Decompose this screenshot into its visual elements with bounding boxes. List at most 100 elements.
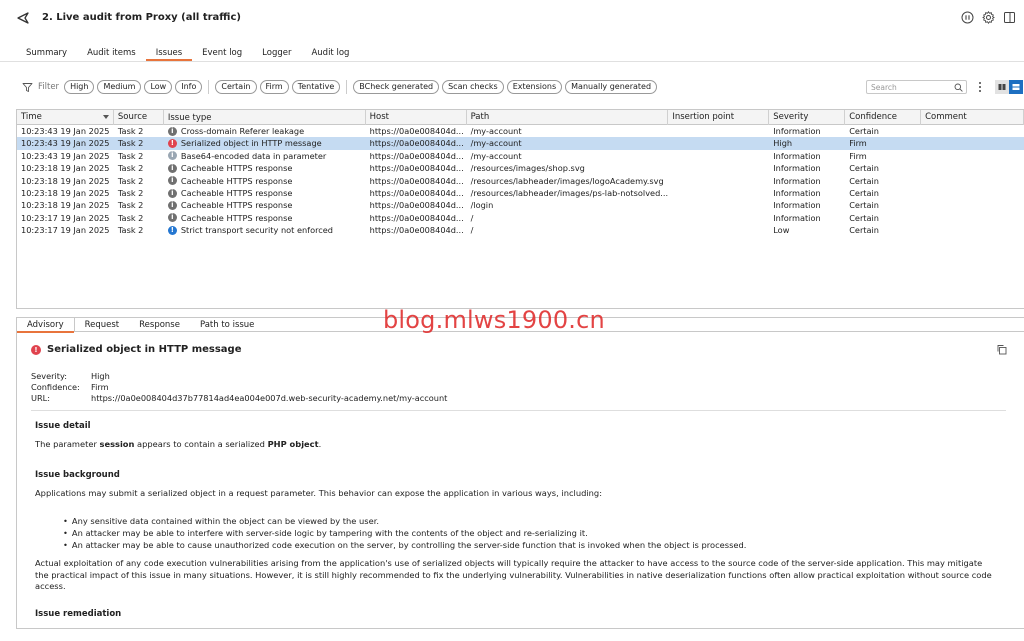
- filter-chip-certain[interactable]: Certain: [215, 80, 257, 94]
- cell-insertion-point: [668, 150, 769, 162]
- column-header-severity[interactable]: Severity: [769, 110, 846, 125]
- issue-detail-text: The parameter session appears to contain…: [35, 439, 995, 451]
- tab-issues[interactable]: Issues: [145, 45, 193, 61]
- issue-remediation-heading: Issue remediation: [35, 609, 122, 619]
- cell-issue-type: i Cacheable HTTPS response: [164, 175, 366, 187]
- tab-advisory[interactable]: Advisory: [16, 318, 75, 333]
- cell-issue-type: i Cross-domain Referer leakage: [164, 125, 366, 137]
- column-header-confidence[interactable]: Confidence: [845, 110, 922, 125]
- stacked-view-button[interactable]: [1009, 80, 1023, 94]
- cell-path: /login: [470, 200, 494, 211]
- tab-path-to-issue[interactable]: Path to issue: [190, 318, 264, 332]
- filter-bar: Filter High Medium Low Info Certain Firm…: [22, 79, 658, 95]
- cell-source: Task 2: [117, 150, 144, 161]
- filter-chip-manually-generated[interactable]: Manually generated: [565, 80, 658, 94]
- column-header-comment[interactable]: Comment: [921, 110, 1024, 125]
- tab-event-log[interactable]: Event log: [192, 45, 252, 61]
- cell-host: https://0a0e008404d...: [369, 225, 464, 236]
- filter-label[interactable]: Filter: [38, 82, 59, 92]
- table-row[interactable]: 10:23:17 19 Jan 2025 Task 2 i Cacheable HTT…: [17, 212, 1024, 224]
- info-icon: i: [167, 163, 177, 173]
- table-row[interactable]: 10:23:18 19 Jan 2025 Task 2 i Cacheable HTT…: [17, 199, 1024, 211]
- table-row[interactable]: 10:23:17 19 Jan 2025 Task 2! Strict transp…: [17, 224, 1024, 236]
- table-row[interactable]: 10:23:43 19 Jan 2025 Task 2 i Base64-encode…: [17, 150, 1024, 162]
- tab-logger[interactable]: Logger: [252, 45, 301, 61]
- filter-chip-firm[interactable]: Firm: [259, 80, 289, 94]
- cell-severity: Information: [773, 126, 821, 136]
- cell-issue-type: i Base64-encoded data in parameter: [164, 150, 366, 162]
- high-severity-icon: !: [31, 344, 41, 355]
- issue-background-heading: Issue background: [35, 470, 120, 480]
- meta-severity: Severity: High: [31, 371, 447, 382]
- table-row[interactable]: 10:23:43 19 Jan 2025 Task 2 i Cross-domain …: [17, 125, 1024, 137]
- cell-insertion-point: [668, 187, 769, 199]
- copy-icon[interactable]: [996, 344, 1007, 355]
- filter-chip-bcheck-generated[interactable]: BCheck generated: [353, 80, 440, 94]
- cell-host: https://0a0e008404d...: [369, 200, 464, 211]
- cell-insertion-point: [668, 224, 769, 236]
- filter-chip-low[interactable]: Low: [144, 80, 173, 94]
- cell-host: https://0a0e008404d...: [369, 163, 464, 174]
- column-header-time[interactable]: Time: [17, 110, 114, 125]
- filter-chip-medium[interactable]: Medium: [97, 80, 142, 94]
- text-fragment: appears to contain a serialized: [134, 439, 268, 449]
- cell-issue-type: i Cacheable HTTPS response: [164, 187, 366, 199]
- column-header-insertion-point[interactable]: Insertion point: [668, 110, 770, 125]
- dock-panel-icon[interactable]: [1003, 11, 1016, 24]
- text-fragment: The parameter: [35, 439, 100, 449]
- filter-chip-scan-checks[interactable]: Scan checks: [442, 80, 504, 94]
- column-header-issue-type[interactable]: Issue type: [164, 110, 366, 125]
- tab-summary[interactable]: Summary: [16, 45, 77, 61]
- info-icon: i: [167, 188, 177, 198]
- cell-host: https://0a0e008404d...: [369, 150, 464, 161]
- table-row[interactable]: 10:23:43 19 Jan 2025 Task 2! Serialized ob…: [17, 137, 1024, 150]
- issues-table: Time Source Issue type Host Path Inserti…: [16, 109, 1024, 309]
- cell-confidence: Certain: [849, 187, 879, 198]
- advisory-panel: ! Serialized object in HTTP message Seve…: [16, 332, 1024, 628]
- column-header-host[interactable]: Host: [366, 110, 467, 125]
- filter-chip-info[interactable]: Info: [175, 80, 203, 94]
- tab-audit-items[interactable]: Audit items: [77, 45, 146, 61]
- search-input[interactable]: [867, 81, 951, 93]
- list-item: Any sensitive data contained within the …: [63, 515, 983, 527]
- cell-severity: Information: [773, 187, 821, 198]
- tab-response[interactable]: Response: [129, 318, 190, 332]
- search-box: [866, 80, 967, 94]
- tab-audit-log[interactable]: Audit log: [301, 45, 359, 61]
- issue-type-label: Serialized object in HTTP message: [180, 138, 322, 149]
- info-icon: i: [167, 151, 177, 161]
- cell-confidence: Certain: [849, 175, 879, 186]
- pause-icon[interactable]: [961, 11, 974, 24]
- table-row[interactable]: 10:23:18 19 Jan 2025 Task 2 i Cacheable HTT…: [17, 162, 1024, 174]
- column-header-source[interactable]: Source: [114, 110, 164, 125]
- cell-severity: Low: [773, 225, 790, 236]
- issue-background-intro: Applications may submit a serialized obj…: [35, 488, 602, 498]
- back-arrow-icon[interactable]: [16, 11, 30, 25]
- filter-icon[interactable]: [22, 82, 33, 93]
- cell-source: Task 2: [117, 126, 144, 136]
- tab-request[interactable]: Request: [75, 318, 130, 332]
- cell-comment: [921, 199, 1024, 211]
- cell-insertion-point: [668, 212, 769, 224]
- meta-label: Confidence:: [31, 382, 80, 392]
- table-row[interactable]: 10:23:18 19 Jan 2025 Task 2 i Cacheable HTT…: [17, 187, 1024, 199]
- cell-source: Task 2: [117, 212, 144, 223]
- high-severity-icon: !: [167, 139, 177, 149]
- split-view-button[interactable]: [995, 80, 1009, 94]
- filter-chip-extensions[interactable]: Extensions: [506, 80, 563, 94]
- issue-type-label: Base64-encoded data in parameter: [180, 150, 327, 161]
- cell-issue-type: i Cacheable HTTPS response: [164, 212, 366, 224]
- gear-icon[interactable]: [982, 11, 995, 24]
- more-options-icon[interactable]: [977, 81, 983, 93]
- filter-chip-tentative[interactable]: Tentative: [291, 80, 341, 94]
- search-icon[interactable]: [954, 83, 963, 92]
- table-row[interactable]: 10:23:18 19 Jan 2025 Task 2 i Cacheable HTT…: [17, 175, 1024, 187]
- filter-chip-high[interactable]: High: [64, 80, 95, 94]
- issue-type-label: Cacheable HTTPS response: [180, 163, 293, 174]
- main-tabs: Summary Audit items Issues Event log Log…: [16, 45, 359, 62]
- cell-confidence: Certain: [849, 126, 879, 136]
- table-header: Time Source Issue type Host Path Inserti…: [17, 110, 1024, 125]
- cell-confidence: Certain: [849, 163, 879, 174]
- cell-time: 10:23:17 19 Jan 2025: [21, 212, 110, 223]
- column-header-path[interactable]: Path: [467, 110, 669, 125]
